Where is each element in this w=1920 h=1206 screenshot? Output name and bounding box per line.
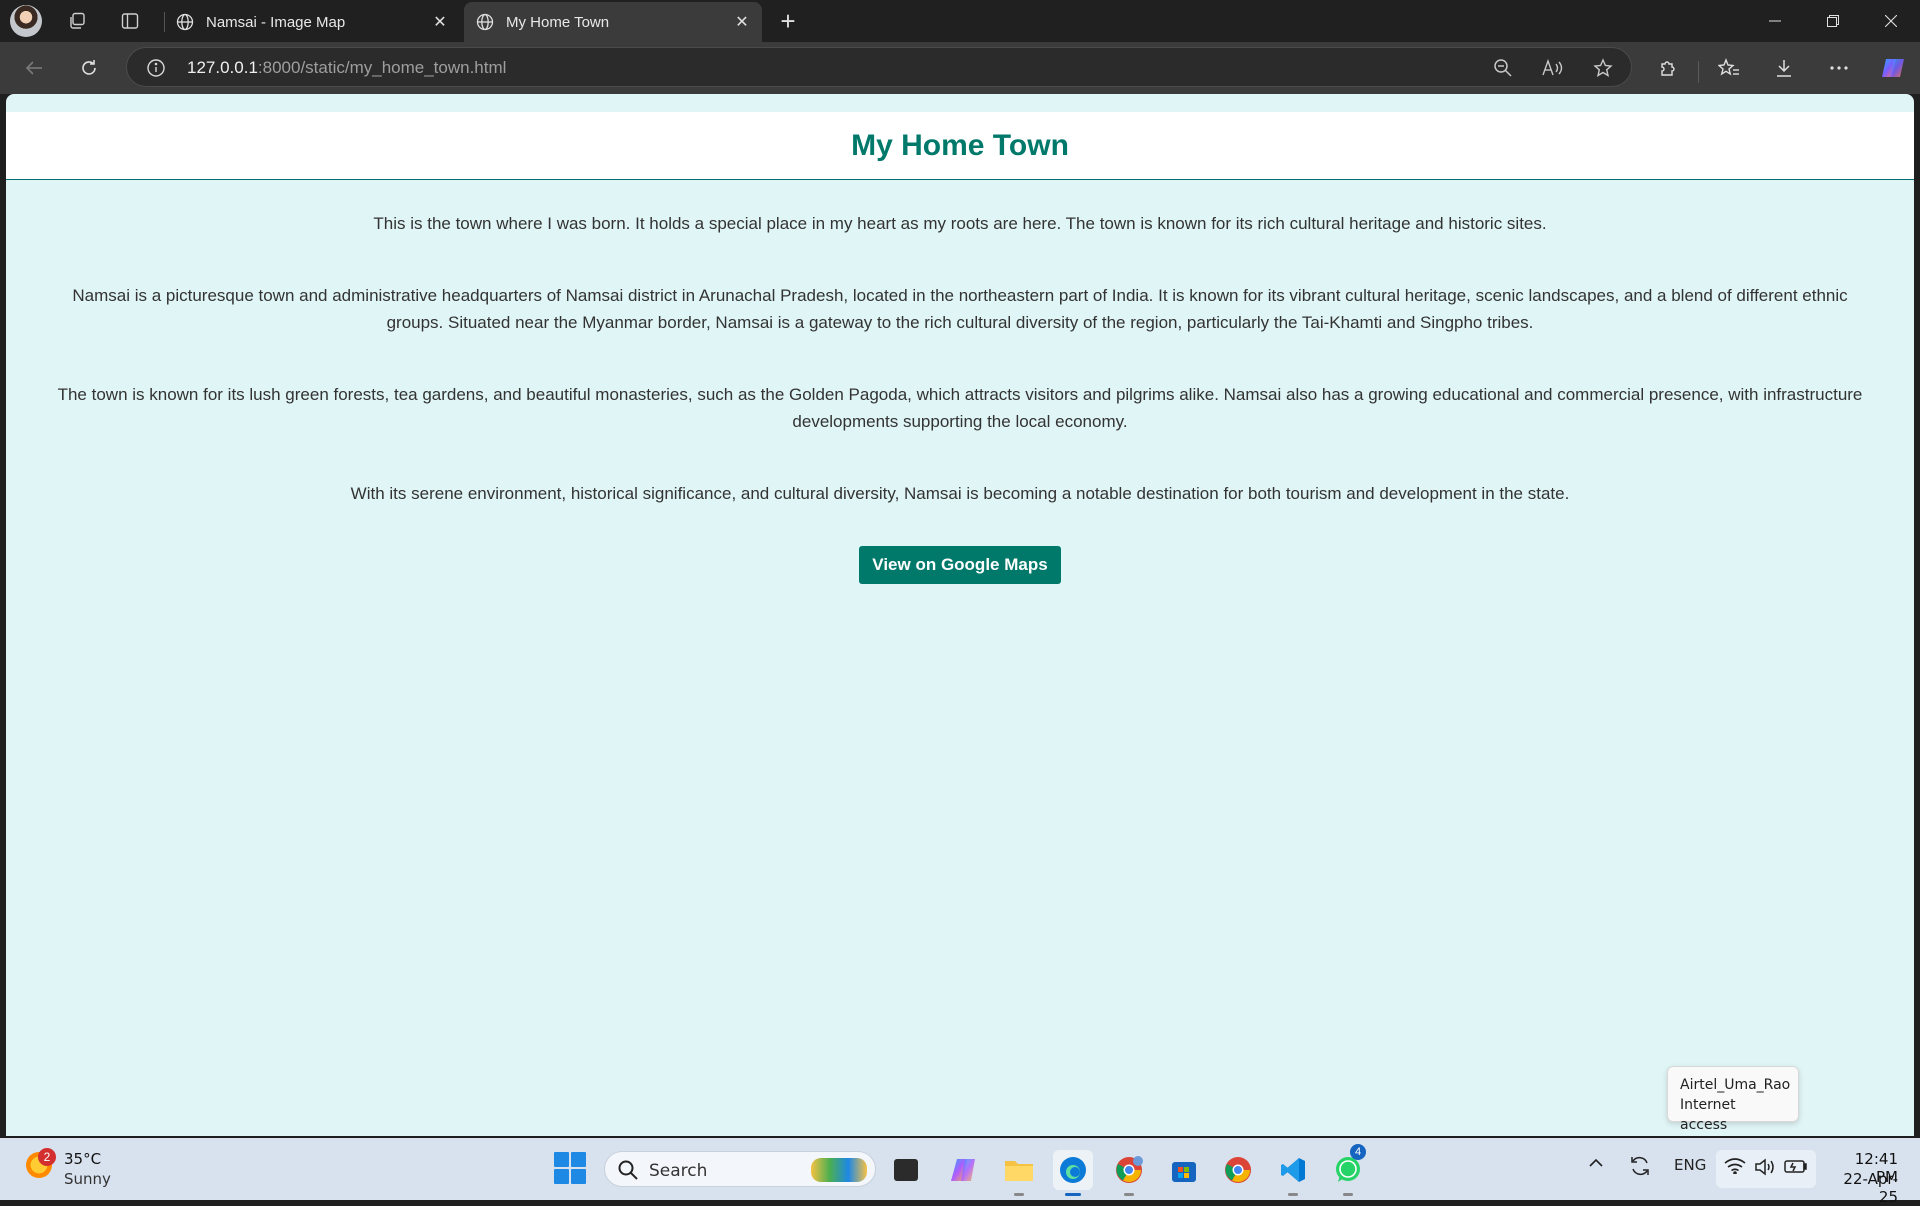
page-viewport: My Home Town This is the town where I wa… [6, 94, 1914, 1136]
copilot-taskbar-icon [951, 1159, 975, 1181]
windows-taskbar: 2 35°C Sunny Search 4 ENG 12:41 PM 22-Ap… [0, 1138, 1920, 1206]
close-tab-icon[interactable]: ✕ [428, 10, 452, 34]
page-header: My Home Town [6, 112, 1914, 180]
close-window-button[interactable] [1862, 0, 1920, 42]
paragraph-intro: This is the town where I was born. It ho… [373, 214, 1547, 233]
chrome-profile-app[interactable] [1109, 1150, 1149, 1196]
running-indicator [1343, 1193, 1353, 1196]
file-explorer-app[interactable] [999, 1150, 1039, 1196]
running-indicator [1065, 1193, 1081, 1196]
extensions-icon[interactable] [1652, 52, 1684, 84]
search-label: Search [649, 1161, 708, 1181]
network-tooltip: Airtel_Uma_Rao Internet access [1667, 1066, 1799, 1133]
search-icon [617, 1159, 639, 1186]
running-indicator [1014, 1193, 1024, 1196]
copilot-app[interactable] [944, 1150, 984, 1190]
profile-avatar[interactable] [10, 5, 42, 37]
weather-badge: 2 [38, 1148, 56, 1166]
clock-date[interactable]: 22-Apr-25 [1826, 1170, 1898, 1206]
view-on-google-maps-button[interactable]: View on Google Maps [859, 546, 1061, 584]
globe-icon [476, 13, 494, 31]
site-info-icon[interactable] [145, 57, 167, 79]
tab-title: Namsai - Image Map [206, 13, 346, 31]
globe-icon [176, 13, 194, 31]
favorite-star-icon[interactable] [1591, 56, 1615, 80]
whatsapp-badge: 4 [1350, 1144, 1366, 1160]
browser-title-bar: Namsai - Image Map ✕ My Home Town ✕ + [0, 0, 1920, 42]
vscode-icon [1281, 1158, 1305, 1182]
more-options-icon[interactable] [1823, 52, 1855, 84]
close-tab-icon[interactable]: ✕ [730, 10, 754, 34]
url-host: 127.0.0.1 [187, 58, 258, 77]
favorites-icon[interactable] [1713, 52, 1745, 84]
edge-app[interactable] [1053, 1150, 1093, 1196]
downloads-icon[interactable] [1768, 52, 1800, 84]
weather-temperature: 35°C [64, 1150, 102, 1168]
page-title: My Home Town [851, 128, 1069, 162]
paragraph-about-namsai: Namsai is a picturesque town and adminis… [72, 286, 1848, 332]
wifi-icon [1724, 1158, 1746, 1174]
refresh-button[interactable] [73, 52, 105, 84]
minimize-button[interactable] [1746, 0, 1804, 42]
folder-icon [1005, 1161, 1033, 1181]
edge-icon [1060, 1157, 1086, 1183]
paragraph-conclusion: With its serene environment, historical … [350, 484, 1570, 503]
wifi-status: Internet access [1680, 1097, 1736, 1133]
paragraph-nature: The town is known for its lush green for… [57, 385, 1863, 431]
new-tab-button[interactable]: + [772, 5, 804, 37]
chrome-icon [1225, 1157, 1251, 1183]
workspaces-icon[interactable] [61, 5, 93, 37]
tab-my-home-town[interactable]: My Home Town ✕ [464, 2, 762, 42]
chrome-app[interactable] [1218, 1150, 1258, 1190]
restore-button[interactable] [1804, 0, 1862, 42]
chrome-icon [1116, 1156, 1143, 1183]
task-view-app[interactable] [886, 1150, 926, 1190]
battery-icon [1784, 1158, 1808, 1174]
weather-condition: Sunny [64, 1170, 111, 1188]
read-aloud-icon[interactable] [1541, 56, 1565, 80]
task-view-icon [894, 1159, 918, 1181]
volume-icon [1754, 1158, 1776, 1176]
url-text[interactable]: 127.0.0.1:8000/static/my_home_town.html [187, 58, 506, 78]
start-button[interactable] [554, 1152, 586, 1184]
url-path: :8000/static/my_home_town.html [257, 58, 507, 77]
running-indicator [1124, 1193, 1134, 1196]
vertical-tabs-icon[interactable] [114, 5, 146, 37]
wifi-ssid: Airtel_Uma_Rao [1680, 1077, 1791, 1093]
vscode-app[interactable] [1273, 1150, 1313, 1196]
show-hidden-icons-chevron[interactable] [1588, 1158, 1604, 1168]
language-indicator[interactable]: ENG [1674, 1156, 1706, 1174]
zoom-out-icon[interactable] [1491, 56, 1515, 80]
sync-icon[interactable] [1628, 1154, 1652, 1178]
back-button[interactable] [18, 52, 50, 84]
running-indicator [1288, 1193, 1298, 1196]
store-icon [1172, 1162, 1196, 1182]
toolbar-separator [1698, 61, 1699, 83]
taskbar-search[interactable]: Search [604, 1151, 876, 1187]
browser-toolbar: 127.0.0.1:8000/static/my_home_town.html [0, 42, 1920, 94]
whatsapp-app[interactable]: 4 [1328, 1144, 1368, 1196]
microsoft-store-app[interactable] [1164, 1150, 1204, 1190]
address-bar[interactable]: 127.0.0.1:8000/static/my_home_town.html [126, 47, 1632, 87]
tab-title: My Home Town [506, 13, 610, 31]
copilot-icon[interactable] [1877, 52, 1909, 84]
search-highlight-icon [811, 1158, 867, 1182]
tab-namsai-image-map[interactable]: Namsai - Image Map ✕ [164, 2, 460, 42]
